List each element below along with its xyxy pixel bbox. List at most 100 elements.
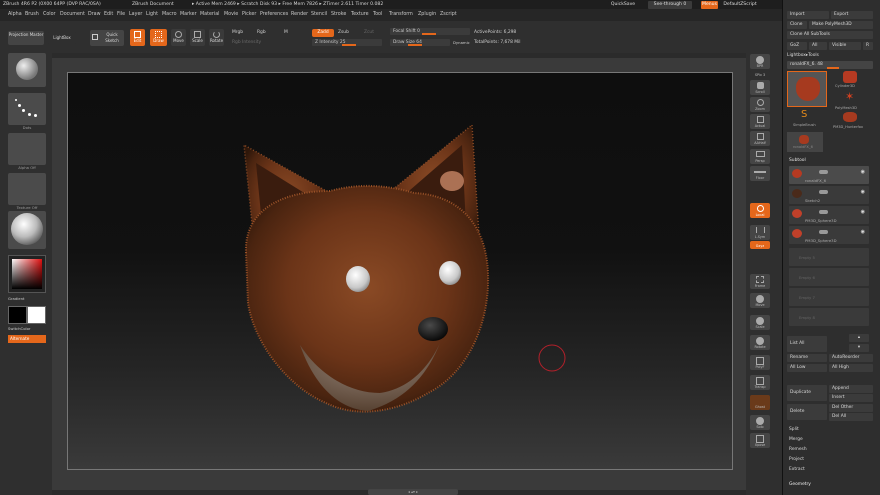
eye-icon[interactable]: ◉ (861, 229, 865, 235)
scale-view-button[interactable]: Scale (750, 315, 770, 330)
focal-shift-slider[interactable]: Focal Shift 0 (390, 28, 470, 35)
aahalf-button[interactable]: AAHalf (750, 131, 770, 146)
menu-layer[interactable]: Layer (129, 9, 142, 21)
persp-button[interactable]: Persp (750, 149, 770, 164)
subtool-1-toggle[interactable] (819, 170, 828, 174)
gxyz-button[interactable]: Gxyz (750, 241, 770, 249)
goz-button[interactable]: GoZ (787, 42, 807, 50)
tool-thumbnail-simplebrush[interactable]: S SimpleBrush (787, 110, 827, 130)
menu-zscript[interactable]: Zscript (440, 9, 457, 21)
move-up-arrow-icon[interactable]: ▴ (849, 334, 869, 342)
color-picker[interactable] (8, 255, 46, 293)
menus-button[interactable]: Menus (701, 1, 718, 9)
menu-zplugin[interactable]: Zplugin (418, 9, 436, 21)
subtool-slot-3[interactable]: ◉ PM3D_Sphere3D (789, 206, 869, 224)
subtool-slot-4[interactable]: ◉ PM3D_Sphere3D (789, 226, 869, 244)
rgb-intensity-slider[interactable]: Rgb Intensity (232, 40, 261, 45)
make-polymesh-button[interactable]: Make PolyMesh3D (809, 21, 873, 29)
z-intensity-slider[interactable]: Z Intensity 25 (312, 39, 382, 46)
delete-button[interactable]: Delete (787, 404, 827, 420)
draw-button[interactable]: Draw (150, 29, 167, 46)
subtool-header[interactable]: Subtool (789, 158, 806, 163)
subtool-3-toggle[interactable] (819, 210, 828, 214)
menu-transform[interactable]: Transform (389, 9, 413, 21)
document-canvas[interactable] (67, 72, 733, 470)
stroke-thumbnail[interactable] (8, 93, 46, 125)
seethrough-slider[interactable]: See-through 0 (648, 1, 692, 9)
lsym-button[interactable]: L.Sym (750, 225, 770, 240)
move-down-arrow-icon[interactable]: ▾ (849, 344, 869, 352)
clone-button[interactable]: Clone (787, 21, 807, 29)
del-all-button[interactable]: Del All (829, 413, 873, 421)
subtool-4-toggle[interactable] (819, 230, 828, 234)
rotate-view-button[interactable]: Rotate (750, 335, 770, 350)
subtool-slot-1[interactable]: ◉ ronaldFX_6 (789, 166, 869, 184)
menu-material[interactable]: Material (200, 9, 220, 21)
spix-button[interactable]: SPix 3 (750, 70, 770, 78)
rgb-button[interactable]: Rgb (257, 30, 266, 35)
menu-light[interactable]: Light (146, 9, 158, 21)
export-button[interactable]: Export (831, 11, 873, 19)
move-button[interactable]: Move (171, 29, 186, 46)
menu-render[interactable]: Render (291, 9, 308, 21)
empty-slot[interactable]: Empty 7 (789, 288, 869, 306)
empty-slot[interactable]: Empty 8 (789, 308, 869, 326)
lightbox-tools-button[interactable]: Lightbox▸Tools (787, 53, 819, 58)
menu-texture[interactable]: Texture (351, 9, 369, 21)
geometry-header[interactable]: Geometry (789, 482, 811, 487)
actual-button[interactable]: Actual (750, 114, 770, 129)
menu-movie[interactable]: Movie (224, 9, 238, 21)
menu-stencil[interactable]: Stencil (311, 9, 327, 21)
ghost-button[interactable]: Ghost (750, 395, 770, 410)
draw-size-slider[interactable]: Draw Size 64 (390, 39, 450, 46)
autoreorder-button[interactable]: AutoReorder (829, 354, 873, 362)
subtool-slot-2[interactable]: ◉ Sketch2 (789, 186, 869, 204)
scroll-button[interactable]: Scroll (750, 80, 770, 95)
rotate-button[interactable]: Rotate (209, 29, 224, 46)
duplicate-button[interactable]: Duplicate (787, 385, 827, 401)
scale-button[interactable]: Scale (190, 29, 205, 46)
switchcolor-button[interactable]: SwitchColor (8, 326, 46, 331)
alternate-button[interactable]: Alternate (8, 335, 46, 343)
extract-button[interactable]: Extract (789, 467, 805, 472)
current-tool-slider[interactable]: ronaldFX_6. 48 (787, 61, 873, 69)
menu-document[interactable]: Document (60, 9, 85, 21)
fox-head-model[interactable] (68, 73, 734, 471)
main-color-swatch[interactable] (8, 306, 27, 324)
polyf-button[interactable]: PolyF (750, 355, 770, 370)
m-button[interactable]: M (284, 30, 288, 35)
local-button[interactable]: Local (750, 203, 770, 218)
eye-icon[interactable]: ◉ (861, 169, 865, 175)
lightbox-button[interactable]: LightBox (48, 31, 76, 45)
r-button[interactable]: R (863, 42, 873, 50)
menu-macro[interactable]: Macro (162, 9, 177, 21)
mrgb-button[interactable]: Mrgb (232, 30, 243, 35)
goz-all-button[interactable]: All (809, 42, 827, 50)
bottom-scroll-indicator[interactable]: ◂ ▴▾ ▸ (368, 489, 458, 495)
material-thumbnail[interactable] (8, 211, 46, 249)
floor-button[interactable]: Floor (750, 166, 770, 181)
menu-preferences[interactable]: Preferences (260, 9, 288, 21)
projection-master-button[interactable]: Projection Master (8, 31, 44, 45)
menu-alpha[interactable]: Alpha (8, 9, 22, 21)
menu-edit[interactable]: Edit (104, 9, 113, 21)
xpose-button[interactable]: Xpose (750, 433, 770, 448)
zadd-button[interactable]: Zadd (312, 29, 334, 37)
tool-thumbnail-ronaldfx[interactable]: ronaldFX_6 (787, 132, 823, 152)
menu-picker[interactable]: Picker (242, 9, 256, 21)
texture-thumbnail[interactable] (8, 173, 46, 205)
defaultzscript-button[interactable]: DefaultZScript (720, 1, 760, 9)
tool-thumbnail-active[interactable] (787, 71, 827, 107)
tool-thumbnail-hunterfox[interactable]: PM3D_Hunterfox (833, 112, 869, 132)
tool-thumbnail-polymesh[interactable]: ✶ PolyMesh3D (833, 91, 869, 113)
insert-button[interactable]: Insert (829, 394, 873, 402)
bpr-button[interactable]: BPR (750, 54, 770, 69)
eye-icon[interactable]: ◉ (861, 189, 865, 195)
zoom-button[interactable]: Zoom (750, 97, 770, 112)
quick-sketch-button[interactable]: Quick Sketch (90, 30, 124, 46)
secondary-color-swatch[interactable] (27, 306, 46, 324)
clone-all-subtools-button[interactable]: Clone All SubTools (787, 31, 873, 39)
move-view-button[interactable]: Move (750, 293, 770, 308)
all-low-button[interactable]: All Low (787, 364, 827, 372)
dynamic-button[interactable]: Dynamic (453, 40, 470, 45)
